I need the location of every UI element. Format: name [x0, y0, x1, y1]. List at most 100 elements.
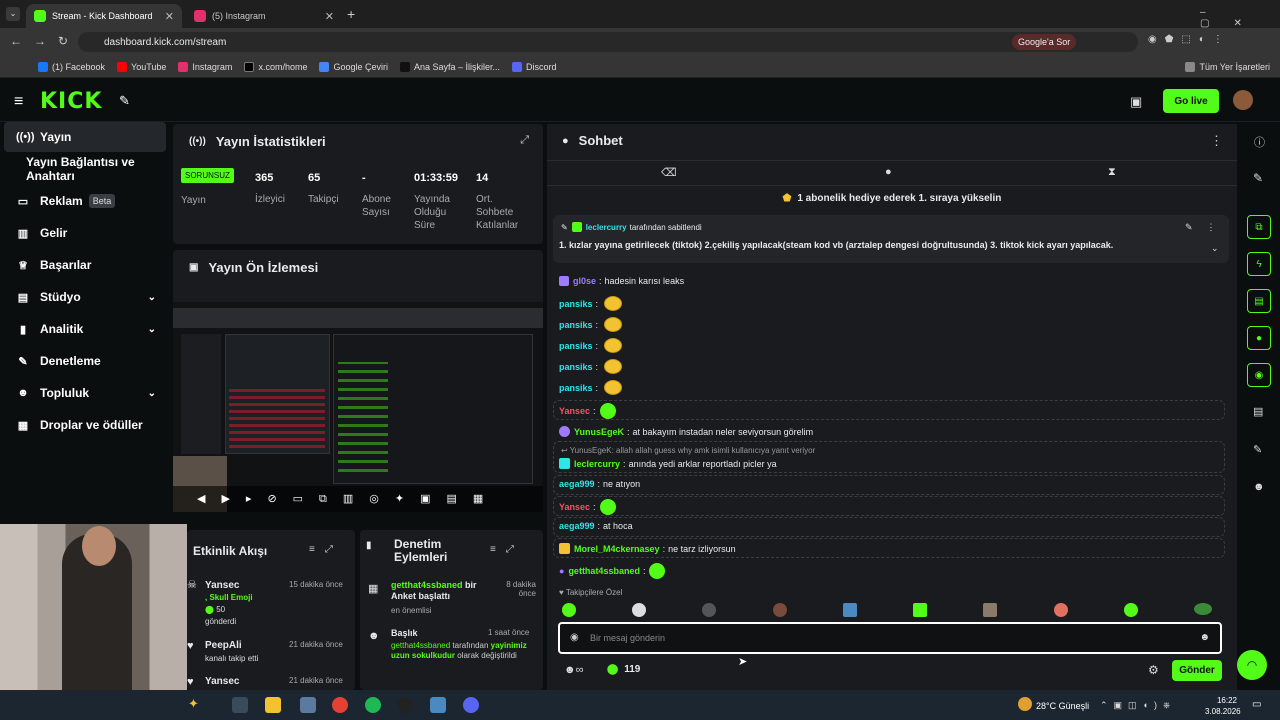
hourglass-icon[interactable]: ⧗ [1108, 166, 1116, 179]
go-live-button[interactable]: Go live [1163, 89, 1219, 113]
send-button[interactable]: Gönder [1172, 660, 1222, 681]
channel-points[interactable]: ⬤ 119 [607, 664, 640, 675]
chrome-icon[interactable] [332, 697, 348, 713]
poll-icon: ▦ [368, 583, 379, 595]
info-icon[interactable]: ⓘ [1254, 134, 1265, 150]
file-explorer-icon[interactable] [265, 697, 281, 713]
rail-button-broadcast[interactable]: ◉ [1247, 363, 1271, 387]
stat-followers: 65 Takipçi [308, 172, 339, 205]
bookmark-facebook[interactable]: (1) Facebook [38, 61, 105, 72]
avatar[interactable] [1233, 90, 1253, 110]
url-field[interactable]: dashboard.kick.com/stream [78, 32, 1138, 52]
menu-icon[interactable]: ≡ [14, 93, 23, 111]
stack-icon[interactable]: ▤ [1253, 405, 1263, 418]
sidebar-item-topluluk[interactable]: ☻ Topluluk ⌄ [4, 378, 166, 408]
bookmark-discord[interactable]: Discord [512, 61, 557, 72]
chevron-down-icon[interactable]: ⌄ [1211, 243, 1219, 254]
tab-list-icon[interactable]: ⌄ [6, 7, 20, 21]
spotify-icon[interactable] [365, 697, 381, 713]
tab-instagram[interactable]: (5) Instagram ✕ [186, 4, 342, 28]
sidebar-item-analitik[interactable]: ▮ Analitik ⌄ [4, 314, 166, 344]
pin-icon[interactable]: ✎ [119, 93, 130, 109]
chat-input[interactable]: ◉ Bir mesaj gönderin ☻ [558, 622, 1222, 654]
trophy-icon: ♕ [18, 259, 28, 272]
emote-icon[interactable] [1123, 603, 1138, 617]
notification-icon[interactable]: ▭ [1252, 699, 1261, 710]
bookmark-home[interactable]: Ana Sayfa – İlişkiler... [400, 61, 500, 72]
weather-text[interactable]: 28°C Güneşli [1036, 701, 1089, 711]
emote-icon[interactable] [913, 603, 928, 617]
beta-badge: Beta [88, 194, 116, 208]
sidebar-item-denetleme[interactable]: ✎ Denetleme [4, 346, 166, 376]
tab-kick[interactable]: Stream - Kick Dashboard ✕ [26, 4, 182, 28]
emote-icon[interactable] [562, 603, 576, 617]
app-icon[interactable] [430, 697, 446, 713]
sidebar-item-reklam[interactable]: ▭ Reklam Beta [4, 186, 166, 216]
emote-section-label: ♥ Takipçilere Özel [559, 588, 623, 597]
rail-button-bolt[interactable]: ϟ [1247, 252, 1271, 276]
sidebar-item-gelir[interactable]: ▥ Gelir [4, 218, 166, 248]
sidebar-item-droplar[interactable]: ▦ Droplar ve ödüller [4, 410, 166, 440]
app-icon[interactable] [300, 697, 316, 713]
activity-time: 15 dakika önce [289, 580, 343, 589]
rail-button-layout[interactable]: ⧉ [1247, 215, 1271, 239]
new-tab-icon[interactable]: + [347, 6, 355, 22]
expand-icon[interactable]: ⤢ [520, 134, 529, 147]
edit-icon[interactable]: ✎ [1253, 171, 1263, 185]
chat-row-highlight [553, 496, 1225, 516]
all-bookmarks[interactable]: Tüm Yer İşaretleri [1185, 61, 1270, 72]
screen-icon[interactable]: ▣ [1130, 94, 1142, 110]
emote-icon[interactable] [1193, 603, 1212, 615]
emote-icon[interactable] [983, 603, 998, 617]
obs-icon[interactable] [397, 697, 413, 713]
emote-icon[interactable] [1053, 603, 1068, 617]
tray-icons[interactable]: ⌃▣◫◖)⎈ [1100, 700, 1176, 711]
bookmark-x[interactable]: x.com/home [244, 61, 307, 72]
emoji-icon[interactable]: ☻ [1199, 632, 1210, 643]
emote-icon[interactable] [632, 603, 647, 617]
nav-buttons[interactable]: ←→↻ [10, 34, 80, 48]
sparkle-icon[interactable]: ✦ [188, 696, 199, 712]
moderation-tools[interactable]: ≡⤢ [490, 544, 524, 555]
google-ask-button[interactable]: Google'a Sor [1012, 34, 1077, 50]
video-controls[interactable]: ◀▶▸⊘▭⧉▥◎✦▣▤▦ [173, 486, 543, 512]
chat-message: gl0se: hadesin karısı leaks [559, 276, 684, 286]
settings-gear-icon[interactable]: ⚙ [1148, 663, 1159, 677]
emote-icon[interactable] [702, 603, 717, 617]
chat-message: aega999: ne atıyon [559, 479, 641, 489]
preview-video[interactable]: ◀▶▸⊘▭⧉▥◎✦▣▤▦ [173, 302, 543, 512]
bookmark-google-translate[interactable]: Google Çeviri [319, 61, 388, 72]
moderation-icon: ▮ [366, 540, 372, 551]
window-controls[interactable]: –▢✕ [1200, 7, 1280, 29]
trash-icon[interactable]: ⌫ [661, 166, 677, 179]
activity-title: Etkinlik Akışı [193, 544, 268, 558]
kick-logo[interactable]: KICK [40, 89, 102, 114]
sidebar-item-studyo[interactable]: ▤ Stüdyo ⌄ [4, 282, 166, 312]
bookmark-instagram[interactable]: Instagram [178, 61, 232, 72]
rail-button-list[interactable]: ▤ [1247, 289, 1271, 313]
users-icon[interactable]: ☻ [1253, 481, 1265, 493]
emote-icon [604, 380, 623, 395]
close-tab-icon[interactable]: ✕ [325, 10, 334, 23]
sidebar-item-yayin[interactable]: ((•)) Yayın [4, 122, 166, 152]
rail-button-chat[interactable]: ● [1247, 326, 1271, 350]
chat-menu-icon[interactable]: ⋮ [1210, 133, 1223, 149]
users-icon[interactable]: ☻∞ [564, 664, 583, 676]
clock[interactable]: 16:22 3.08.2026 [1205, 695, 1241, 717]
chat-bubble-icon[interactable]: ● [885, 166, 892, 178]
close-tab-icon[interactable]: ✕ [165, 10, 174, 23]
discord-icon[interactable] [463, 697, 479, 713]
activity-panel: Etkinlik Akışı ≡⤢ ☠ Yansec 15 dakika önc… [187, 530, 355, 690]
heart-icon: ♥ [187, 640, 194, 652]
taskview-icon[interactable] [232, 697, 248, 713]
emote-icon[interactable] [842, 603, 857, 617]
activity-tools[interactable]: ≡⤢ [309, 544, 343, 555]
chat-message: Morel_M4ckernasey: ne tarz izliyorsun [559, 543, 736, 554]
extension-icons[interactable]: ◉⬟⬚◐⋮ [1148, 34, 1268, 50]
bookmark-youtube[interactable]: YouTube [117, 61, 166, 72]
wrench-icon[interactable]: ✎ [1253, 443, 1262, 456]
pin-actions[interactable]: ✎⋮ [1185, 222, 1230, 233]
sidebar-item-stream-key[interactable]: Yayın Bağlantısı ve Anahtarı [4, 154, 166, 184]
emote-icon[interactable] [772, 603, 787, 617]
sidebar-item-basarilar[interactable]: ♕ Başarılar [4, 250, 166, 280]
